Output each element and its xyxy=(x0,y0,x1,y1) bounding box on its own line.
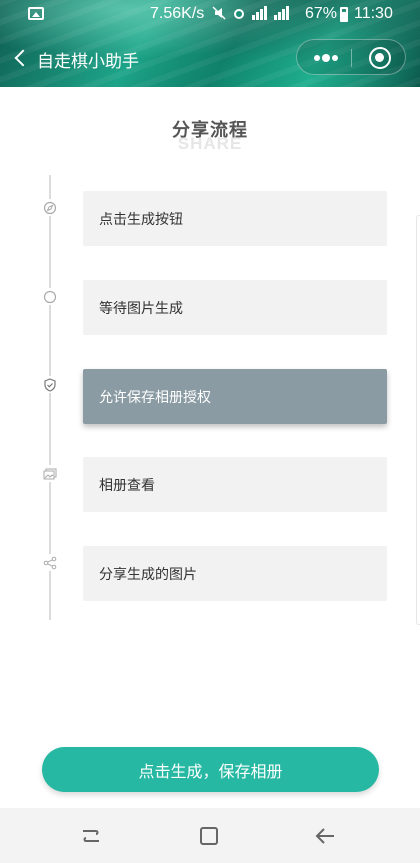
step-card-4[interactable]: 相册查看 xyxy=(83,457,387,512)
network-speed: 7.56K/s xyxy=(150,5,205,22)
signal-icon xyxy=(252,6,267,20)
back-arrow-icon xyxy=(315,828,334,844)
share-icon xyxy=(41,554,58,571)
gallery-icon xyxy=(28,7,44,20)
recents-button[interactable] xyxy=(80,825,102,847)
circle-icon xyxy=(41,288,58,305)
battery-icon xyxy=(340,7,348,22)
nav-bar: 自走棋小助手 xyxy=(0,30,420,87)
status-bar: 7.56K/s 67% 11:30 xyxy=(0,0,420,30)
mini-program-capsule xyxy=(296,39,406,75)
shield-check-icon xyxy=(41,376,58,393)
alarm-icon xyxy=(234,9,244,19)
more-button[interactable] xyxy=(307,46,343,70)
recents-icon xyxy=(83,830,99,842)
clock: 11:30 xyxy=(354,5,393,22)
back-button[interactable] xyxy=(12,46,32,70)
header: 7.56K/s 67% 11:30 自走棋小助手 xyxy=(0,0,420,87)
step-card-1[interactable]: 点击生成按钮 xyxy=(83,191,387,246)
battery-percent: 67% xyxy=(305,5,338,22)
capsule-divider xyxy=(351,49,352,67)
home-button[interactable] xyxy=(198,825,220,847)
scroll-edge xyxy=(416,215,420,625)
mute-icon xyxy=(212,6,226,20)
nav-title: 自走棋小助手 xyxy=(37,52,139,72)
step-card-5[interactable]: 分享生成的图片 xyxy=(83,546,387,601)
4g-icon xyxy=(274,6,289,20)
more-dot-icon xyxy=(322,54,330,62)
home-icon xyxy=(200,827,218,845)
more-dot-icon xyxy=(332,55,338,61)
compass-icon xyxy=(41,199,58,216)
photo-album-icon xyxy=(41,465,58,482)
close-mini-program-button[interactable] xyxy=(369,47,391,69)
page-subtitle: SHARE xyxy=(177,134,243,153)
status-icons xyxy=(212,6,290,20)
system-nav-bar xyxy=(0,808,420,863)
system-back-button[interactable] xyxy=(314,825,336,847)
step-card-2[interactable]: 等待图片生成 xyxy=(83,280,387,335)
step-card-3[interactable]: 允许保存相册授权 xyxy=(83,369,387,424)
generate-save-button[interactable]: 点击生成，保存相册 xyxy=(42,747,379,792)
more-dot-icon xyxy=(314,55,320,61)
